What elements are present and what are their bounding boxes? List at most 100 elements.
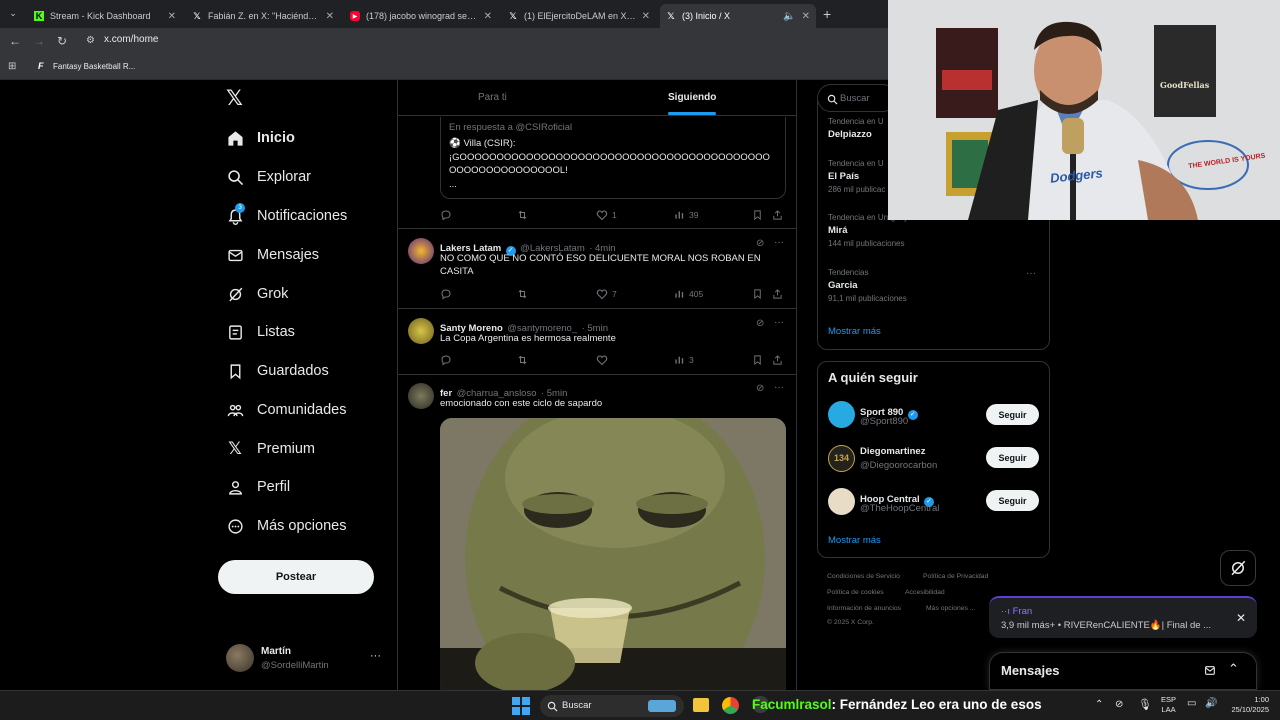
nav-mensajes[interactable]: Mensajes xyxy=(226,242,319,268)
new-message-icon[interactable] xyxy=(1204,664,1217,682)
nav-guardados[interactable]: Guardados xyxy=(226,358,329,384)
close-icon[interactable]: ✕ xyxy=(484,11,492,22)
trend-item[interactable]: Tendencias Garcia 91,1 mil publicaciones xyxy=(828,268,907,303)
nav-grok[interactable]: Grok xyxy=(226,281,288,307)
tray-chevron-icon[interactable]: ⌃ xyxy=(1095,699,1103,710)
bookmark-fantasy[interactable]: Fantasy Basketball R... xyxy=(53,62,135,71)
taskbar-search[interactable]: Buscar xyxy=(540,695,684,717)
url-field[interactable]: x.com/home xyxy=(104,34,158,45)
file-explorer-icon[interactable] xyxy=(693,698,709,712)
tab-youtube[interactable]: ▶ (178) jacobo winograd se la las ✕ xyxy=(344,4,498,28)
like-button[interactable] xyxy=(596,354,612,366)
close-icon[interactable]: ✕ xyxy=(642,11,650,22)
bookmark-icon[interactable] xyxy=(752,354,767,366)
footer-link[interactable]: Accesibilidad xyxy=(905,589,945,596)
collapse-icon[interactable]: ⌃ xyxy=(1228,661,1239,677)
avatar[interactable] xyxy=(408,383,434,409)
volume-icon[interactable]: 🔊 xyxy=(1205,698,1217,709)
new-tab-button[interactable]: + xyxy=(823,6,831,22)
tab-siguiendo[interactable]: Siguiendo xyxy=(668,92,716,103)
grok-icon[interactable]: ⊘ xyxy=(756,318,764,329)
avatar[interactable] xyxy=(408,318,434,344)
bookmark-icon[interactable] xyxy=(752,288,767,300)
more-icon[interactable]: ··· xyxy=(774,382,784,393)
like-button[interactable]: 1 xyxy=(596,209,617,221)
more-icon[interactable]: ··· xyxy=(774,317,784,328)
more-icon[interactable]: ··· xyxy=(774,237,784,248)
share-icon[interactable] xyxy=(772,288,787,300)
trend-item[interactable]: Tendencia en U Delpiazzo xyxy=(828,117,884,140)
chrome-icon[interactable] xyxy=(722,697,739,714)
account-name[interactable]: Martín xyxy=(261,646,291,657)
tab-x-home[interactable]: 𝕏 (3) Inicio / X 🔈 ✕ xyxy=(660,4,816,28)
follow-show-more[interactable]: Mostrar más xyxy=(828,535,881,546)
stream-notification[interactable]: ··ı Fran 3,9 mil más+ • RIVERenCALIENTE🔥… xyxy=(989,596,1257,638)
microphone-icon[interactable]: 🎙 xyxy=(1138,698,1152,711)
like-button[interactable]: 7 xyxy=(596,288,617,300)
tweet-item[interactable]: Lakers Latam ✓ @LakersLatam · 4min ⊘ ···… xyxy=(398,230,796,309)
nav-notificaciones[interactable]: 3 Notificaciones xyxy=(226,203,347,229)
share-icon[interactable] xyxy=(772,209,787,221)
nav-explorar[interactable]: Explorar xyxy=(226,164,311,190)
windows-start-icon[interactable] xyxy=(512,697,530,715)
tweet-media-image[interactable] xyxy=(440,418,786,690)
nav-comunidades[interactable]: Comunidades xyxy=(226,397,346,423)
retweet-icon[interactable] xyxy=(516,209,533,221)
tray-app-icon[interactable]: ⊘ xyxy=(1115,699,1123,710)
avatar[interactable] xyxy=(408,238,434,264)
close-icon[interactable]: ✕ xyxy=(168,11,176,22)
messages-drawer[interactable]: Mensajes ⌃ xyxy=(989,652,1257,690)
site-info-icon[interactable]: ⚙ xyxy=(86,35,95,46)
close-icon[interactable]: ✕ xyxy=(802,11,810,22)
reply-icon[interactable] xyxy=(440,209,456,221)
grok-icon[interactable]: ⊘ xyxy=(756,238,764,249)
nav-mas-opciones[interactable]: Más opciones xyxy=(226,513,346,539)
footer-link[interactable]: Más opciones ... xyxy=(926,605,976,612)
avatar[interactable] xyxy=(828,488,855,515)
close-icon[interactable]: ✕ xyxy=(1236,611,1246,625)
bookmark-icon[interactable] xyxy=(752,209,767,221)
trend-item[interactable]: Tendencia en U El País 286 mil publicac xyxy=(828,159,885,194)
tab-kick[interactable]: K Stream - Kick Dashboard ✕ xyxy=(28,4,182,28)
footer-link[interactable]: Condiciones de Servicio xyxy=(827,573,900,580)
reply-icon[interactable] xyxy=(440,354,456,366)
retweet-icon[interactable] xyxy=(516,354,533,366)
grok-float-button[interactable] xyxy=(1220,550,1256,586)
clock[interactable]: 1:00 25/10/2025 xyxy=(1225,695,1269,715)
reply-icon[interactable] xyxy=(440,288,456,300)
follow-button[interactable]: Seguir xyxy=(986,447,1039,468)
back-icon[interactable]: ← xyxy=(9,34,21,48)
forward-icon[interactable]: → xyxy=(33,34,45,48)
post-button[interactable]: Postear xyxy=(218,560,374,594)
trend-more-icon[interactable]: ··· xyxy=(1026,268,1036,279)
account-menu-icon[interactable]: ··· xyxy=(370,650,381,662)
tab-para-ti[interactable]: Para ti xyxy=(478,92,507,103)
footer-link[interactable]: Política de cookies xyxy=(827,589,884,596)
footer-link[interactable]: Política de Privacidad xyxy=(923,573,988,580)
follow-button[interactable]: Seguir xyxy=(986,490,1039,511)
tab-x-ejercito[interactable]: 𝕏 (1) ElEjercitoDeLAM en X: "Ena ✕ xyxy=(502,4,656,28)
views-button[interactable]: 405 xyxy=(674,288,703,299)
views-button[interactable]: 39 xyxy=(674,209,698,220)
follow-button[interactable]: Seguir xyxy=(986,404,1039,425)
avatar[interactable]: 134 xyxy=(828,445,855,472)
tweet-item[interactable]: fer @charrua_ansloso · 5min ⊘ ··· emocio… xyxy=(398,376,796,690)
tab-x-fabian[interactable]: 𝕏 Fabián Z. en X: "Haciéndole cas ✕ xyxy=(186,4,340,28)
speaker-icon[interactable]: 🔈 xyxy=(783,11,795,22)
tweet-item[interactable]: Santy Moreno @santymoreno_ · 5min ⊘ ··· … xyxy=(398,310,796,375)
retweet-icon[interactable] xyxy=(516,288,533,300)
nav-listas[interactable]: Listas xyxy=(226,319,295,345)
footer-link[interactable]: Información de anuncios xyxy=(827,605,901,612)
display-icon[interactable]: ▭ xyxy=(1187,698,1196,709)
nav-inicio[interactable]: Inicio xyxy=(226,125,295,151)
avatar[interactable] xyxy=(828,401,855,428)
trends-show-more[interactable]: Mostrar más xyxy=(828,326,881,337)
reload-icon[interactable]: ↻ xyxy=(57,34,67,48)
x-home-logo-icon[interactable]: 𝕏 xyxy=(226,88,248,110)
views-button[interactable]: 3 xyxy=(674,354,694,365)
account-avatar[interactable] xyxy=(226,644,254,672)
tweet-quote-reply[interactable]: En respuesta a @CSIRoficial ⚽ Villa (CSI… xyxy=(398,117,796,229)
quoted-tweet-card[interactable]: En respuesta a @CSIRoficial ⚽ Villa (CSI… xyxy=(440,117,786,199)
share-icon[interactable] xyxy=(772,354,787,366)
close-icon[interactable]: ✕ xyxy=(326,11,334,22)
